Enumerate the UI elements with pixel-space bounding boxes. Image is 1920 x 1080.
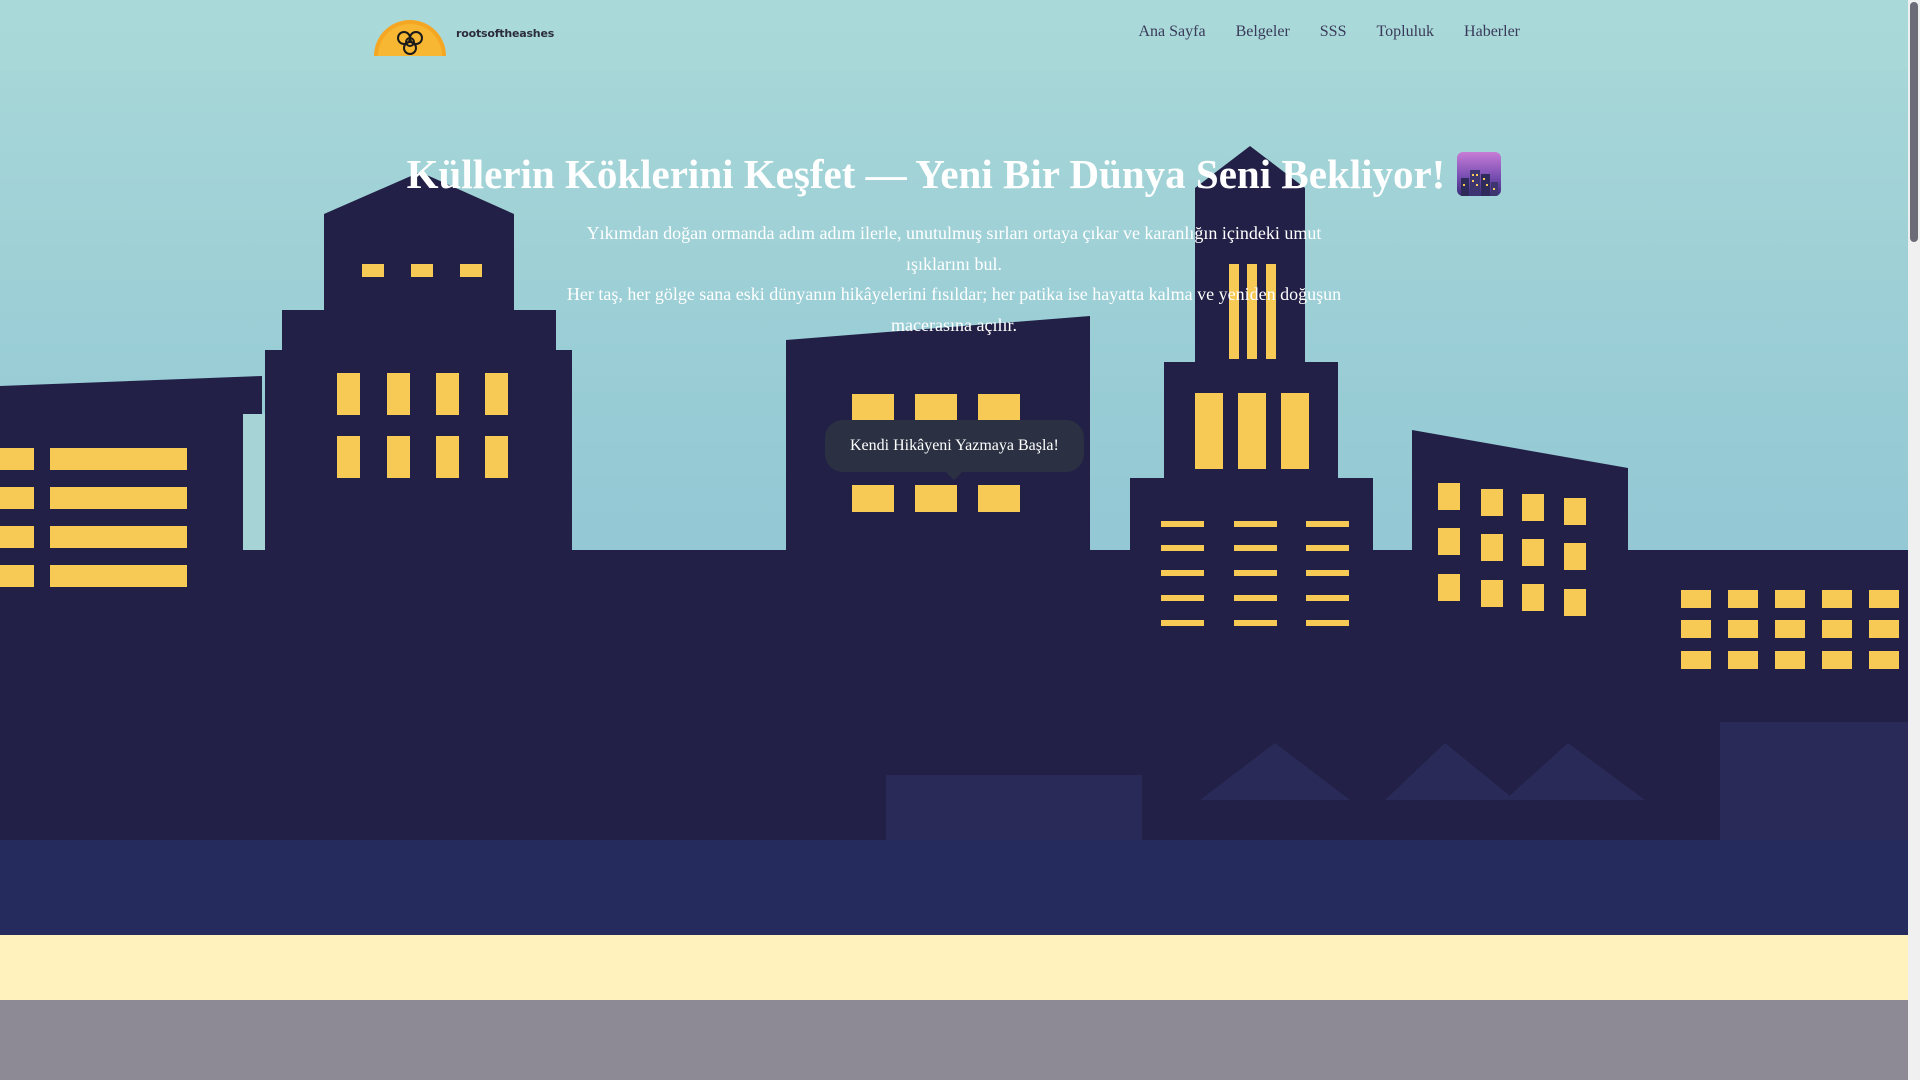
hero-description-line-2: Her taş, her gölge sana eski dünyanın hi… bbox=[566, 284, 1342, 335]
page-scrollbar[interactable] bbox=[1908, 0, 1920, 1080]
ground-band bbox=[0, 840, 1908, 935]
road-band bbox=[0, 1000, 1908, 1080]
site-logo[interactable]: rootsoftheashes bbox=[372, 12, 554, 56]
page: rootsoftheashes Ana Sayfa Belgeler SSS T… bbox=[0, 0, 1920, 1080]
button-pointer-arrow bbox=[946, 472, 963, 480]
nav-item-belgeler[interactable]: Belgeler bbox=[1236, 23, 1290, 41]
logo-text: rootsoftheashes bbox=[456, 27, 555, 40]
sand-band bbox=[0, 935, 1908, 1000]
hero-description-line-1: Yıkımdan doğan ormanda adım adım ilerle,… bbox=[586, 223, 1322, 274]
cityscape-dusk-icon bbox=[1457, 152, 1502, 196]
scrollbar-thumb[interactable] bbox=[1910, 2, 1918, 242]
cta-wrap: Kendi Hikâyeni Yazmaya Başla! bbox=[825, 420, 1084, 480]
site-header: rootsoftheashes Ana Sayfa Belgeler SSS T… bbox=[0, 0, 1908, 70]
hero-title-wrap: Küllerin Köklerini Keşfet — Yeni Bir Dün… bbox=[407, 140, 1502, 208]
hero-title: Küllerin Köklerini Keşfet — Yeni Bir Dün… bbox=[406, 151, 1446, 197]
biohazard-logo-icon bbox=[374, 20, 446, 56]
hero-description: Yıkımdan doğan ormanda adım adım ilerle,… bbox=[554, 218, 1354, 340]
start-story-button[interactable]: Kendi Hikâyeni Yazmaya Başla! bbox=[825, 420, 1084, 480]
nav-item-ana-sayfa[interactable]: Ana Sayfa bbox=[1138, 23, 1205, 41]
nav-item-topluluk[interactable]: Topluluk bbox=[1376, 23, 1434, 41]
hero-section: Küllerin Köklerini Keşfet — Yeni Bir Dün… bbox=[0, 140, 1908, 340]
start-story-button-label: Kendi Hikâyeni Yazmaya Başla! bbox=[850, 437, 1059, 454]
main-nav: Ana Sayfa Belgeler SSS Topluluk Haberler bbox=[1108, 23, 1520, 41]
nav-item-haberler[interactable]: Haberler bbox=[1464, 23, 1520, 41]
nav-item-sss[interactable]: SSS bbox=[1320, 23, 1347, 41]
